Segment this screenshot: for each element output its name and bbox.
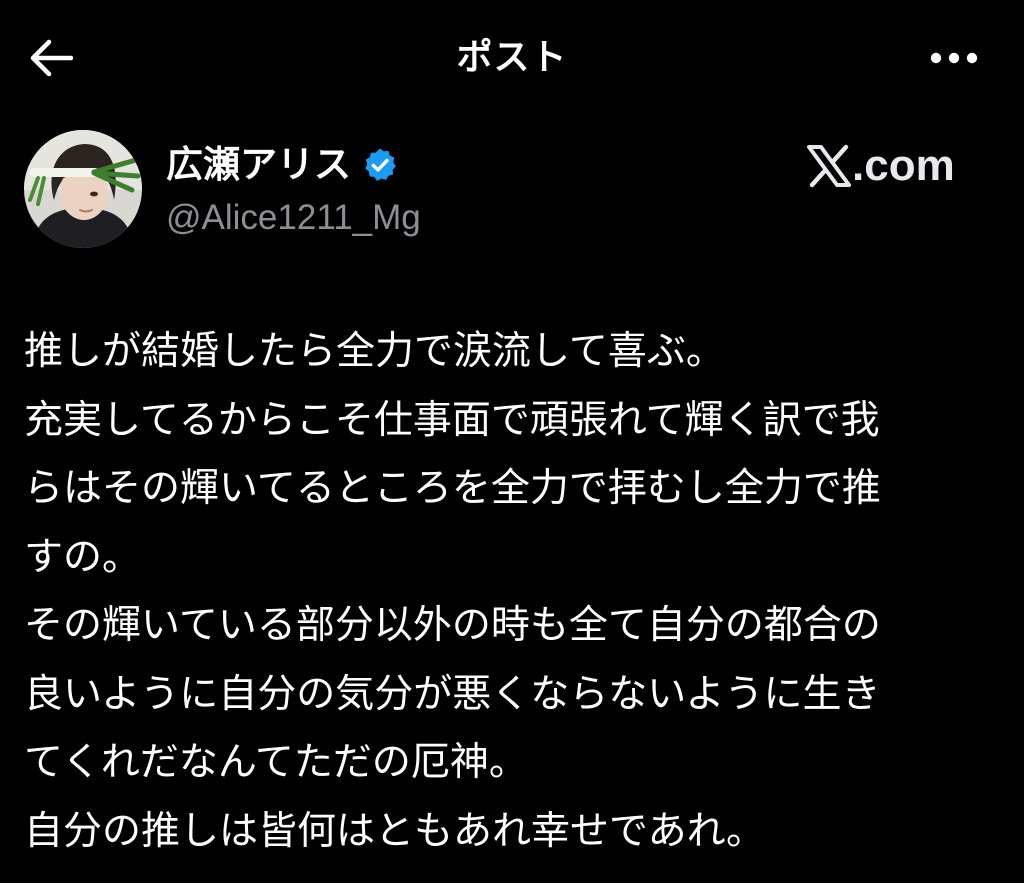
watermark-domain: .com xyxy=(852,141,955,190)
author-avatar[interactable] xyxy=(24,130,142,248)
top-bar: ポスト xyxy=(0,0,1024,110)
post-text-line: らはその輝いてるところを全力で拝むし全力で推 xyxy=(24,466,881,511)
post-text-line: 推しが結婚したら全力で涙流して喜ぶ。 xyxy=(24,329,725,374)
post-text-line: てくれだなんてただの厄神。 xyxy=(24,740,528,785)
post-text-line: その輝いている部分以外の時も全て自分の都合の xyxy=(24,603,881,648)
author-handle[interactable]: @Alice1211_Mg xyxy=(166,194,421,242)
author-name: 広瀬アリス xyxy=(166,143,351,186)
verified-badge-icon xyxy=(365,148,396,181)
x-com-watermark: .com xyxy=(806,138,955,194)
post-text-line: 良いように自分の気分が悪くならないように生き xyxy=(24,671,881,717)
post-text: 推しが結婚したら全力で涙流して喜ぶ。 充実してるからこそ仕事面で頑張れて輝く訳で… xyxy=(24,318,984,866)
avatar-photo xyxy=(24,130,142,248)
author-name-row[interactable]: 広瀬アリス xyxy=(166,140,399,190)
post-text-line: 自分の推しは皆何はともあれ幸せであれ。 xyxy=(24,808,766,854)
page-title: ポスト xyxy=(456,37,568,78)
post-text-line: すの。 xyxy=(24,534,142,580)
more-horizontal-icon xyxy=(930,52,978,64)
post-text-line: 充実してるからこそ仕事面で頑張れて輝く訳で我 xyxy=(24,397,880,443)
x-logo-icon xyxy=(807,144,851,188)
more-options-button[interactable] xyxy=(920,30,988,86)
